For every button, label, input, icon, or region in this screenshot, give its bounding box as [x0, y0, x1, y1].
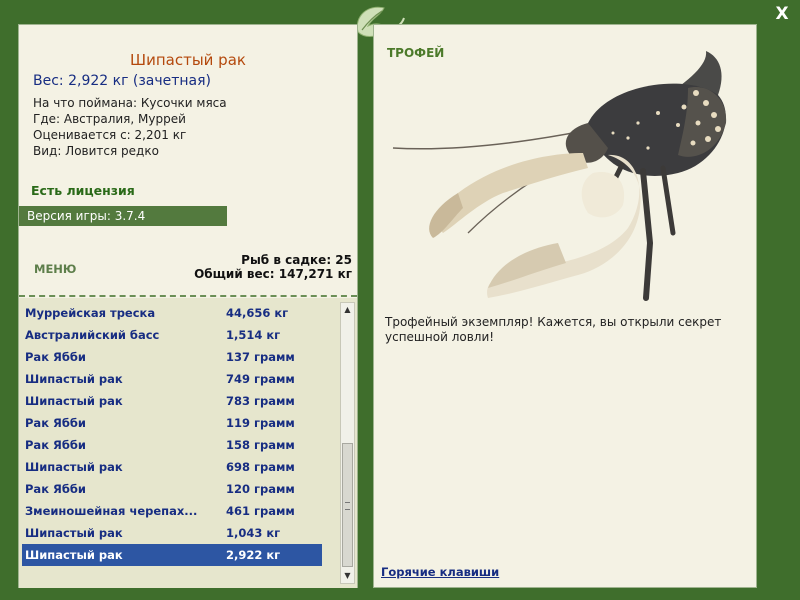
license-status: Есть лицензия: [31, 183, 135, 198]
scroll-down-arrow-icon[interactable]: ▼: [341, 569, 354, 583]
catch-weight: 783 грамм: [226, 394, 295, 408]
version-bar: Версия игры: 3.7.4: [19, 206, 227, 226]
fish-rarity: Вид: Ловится редко: [33, 144, 159, 158]
catch-list-scrollbar[interactable]: ▲ ▼: [340, 302, 355, 584]
catch-name: Шипастый рак: [25, 394, 123, 408]
catch-weight: 158 грамм: [226, 438, 295, 452]
catch-row-selected[interactable]: Шипастый рак 2,922 кг: [22, 544, 322, 566]
catch-name: Рак Ябби: [25, 438, 86, 452]
catch-name: Рак Ябби: [25, 350, 86, 364]
menu-button[interactable]: МЕНЮ: [34, 262, 76, 276]
keepnet-count: Рыб в садке: 25: [241, 253, 352, 267]
divider: [19, 295, 357, 297]
hotkeys-link[interactable]: Горячие клавиши: [381, 565, 499, 579]
catch-weight: 698 грамм: [226, 460, 295, 474]
scroll-up-arrow-icon[interactable]: ▲: [341, 303, 354, 317]
fish-value-threshold: Оценивается с: 2,201 кг: [33, 128, 187, 142]
catch-row[interactable]: Рак Ябби 158 грамм: [22, 434, 322, 456]
catch-name: Шипастый рак: [25, 548, 123, 562]
catch-row[interactable]: Шипастый рак 1,043 кг: [22, 522, 322, 544]
fish-info-panel: Шипастый рак Вес: 2,922 кг (зачетная) На…: [18, 24, 358, 588]
catch-weight: 44,656 кг: [226, 306, 289, 320]
catch-list-area: Муррейская треска 44,656 кг Австралийский…: [19, 298, 357, 588]
catch-row[interactable]: Змеиношейная черепах... 461 грамм: [22, 500, 322, 522]
catch-weight: 1,043 кг: [226, 526, 281, 540]
trophy-panel: ТРОФЕЙ Трофейный экземпляр! Кажется, вы …: [373, 24, 757, 588]
scrollbar-grip: [345, 502, 350, 510]
catch-row[interactable]: Муррейская треска 44,656 кг: [22, 302, 322, 324]
catch-weight: 749 грамм: [226, 372, 295, 386]
catch-name: Муррейская треска: [25, 306, 156, 320]
catch-weight: 461 грамм: [226, 504, 295, 518]
catch-weight: 137 грамм: [226, 350, 295, 364]
catch-row[interactable]: Рак Ябби 119 грамм: [22, 412, 322, 434]
catch-name: Рак Ябби: [25, 482, 86, 496]
keepnet-total-weight: Общий вес: 147,271 кг: [194, 267, 352, 281]
scrollbar-thumb[interactable]: [342, 443, 353, 567]
catch-name: Шипастый рак: [25, 460, 123, 474]
catch-name: Рак Ябби: [25, 416, 86, 430]
game-window: X Шипастый рак Вес: 2,922 кг (зачетная) …: [0, 0, 800, 600]
catch-list: Муррейская треска 44,656 кг Австралийский…: [22, 302, 322, 566]
fish-location: Где: Австралия, Муррей: [33, 112, 186, 126]
close-button[interactable]: X: [772, 4, 792, 24]
fish-weight: Вес: 2,922 кг (зачетная): [33, 73, 212, 89]
crayfish-image: [392, 51, 727, 301]
catch-weight: 119 грамм: [226, 416, 295, 430]
fish-bait: На что поймана: Кусочки мяса: [33, 96, 227, 110]
keepnet-stats: Рыб в садке: 25 Общий вес: 147,271 кг: [194, 253, 352, 281]
trophy-label: ТРОФЕЙ: [387, 46, 445, 60]
catch-name: Шипастый рак: [25, 526, 123, 540]
catch-row[interactable]: Шипастый рак 783 грамм: [22, 390, 322, 412]
catch-name: Шипастый рак: [25, 372, 123, 386]
catch-name: Змеиношейная черепах...: [25, 504, 198, 518]
fish-title: Шипастый рак: [130, 51, 246, 69]
catch-row[interactable]: Шипастый рак 749 грамм: [22, 368, 322, 390]
catch-row[interactable]: Рак Ябби 120 грамм: [22, 478, 322, 500]
catch-row[interactable]: Шипастый рак 698 грамм: [22, 456, 322, 478]
catch-weight: 120 грамм: [226, 482, 295, 496]
catch-weight: 1,514 кг: [226, 328, 281, 342]
catch-row[interactable]: Рак Ябби 137 грамм: [22, 346, 322, 368]
catch-row[interactable]: Австралийский басс 1,514 кг: [22, 324, 322, 346]
trophy-message: Трофейный экземпляр! Кажется, вы открыли…: [385, 315, 722, 344]
catch-name: Австралийский басс: [25, 328, 160, 342]
catch-weight: 2,922 кг: [226, 548, 281, 562]
